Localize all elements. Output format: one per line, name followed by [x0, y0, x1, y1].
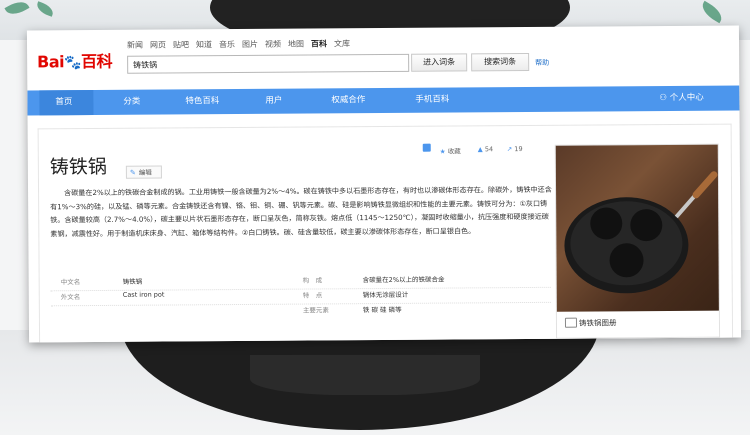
share-button[interactable]: ↗ 19 [507, 145, 523, 153]
image-album[interactable]: 铸铁锅图册 [554, 143, 721, 339]
baike-screenshot: Bai🐾百科 新闻 网页 贴吧 知道 音乐 图片 视频 地图 百科 文库 铸铁锅… [26, 25, 742, 343]
nav-item-music[interactable]: 音乐 [219, 39, 235, 50]
plus-icon[interactable] [422, 143, 431, 152]
enter-entry-button[interactable]: 进入词条 [411, 53, 468, 72]
baidu-logo[interactable]: Bai🐾百科 [37, 48, 112, 73]
infobox: 中文名 铸铁锅 构 成 含碳量在2%以上的铁碳合金 外文名 Cast iron … [50, 272, 551, 320]
main-nav-bar: 首页 分类 特色百科 用户 权威合作 手机百科 ⚇ 个人中心 [27, 85, 740, 116]
nav-item-tieba[interactable]: 贴吧 [173, 39, 189, 50]
edit-button[interactable]: ✎ 编辑 [125, 165, 162, 179]
like-button[interactable]: ▲ 54 [478, 145, 493, 153]
nav-item-wenku[interactable]: 文库 [334, 38, 350, 49]
album-caption[interactable]: 铸铁锅图册 [579, 317, 617, 328]
album-photo[interactable] [555, 144, 719, 312]
user-center-link[interactable]: ⚇ 个人中心 [659, 86, 704, 111]
nav-item-images[interactable]: 图片 [242, 39, 258, 50]
main-nav-mobile[interactable]: 手机百科 [415, 88, 449, 113]
entry-title: 铸铁锅 [49, 155, 107, 179]
nav-item-map[interactable]: 地图 [288, 39, 304, 50]
pan-photo-illustration [564, 171, 718, 294]
entry-summary: 含碳量在2%以上的铁碳合金制成的锅。工业用铸铁一般含碳量为2%～4%。碳在铸铁中… [50, 184, 552, 238]
search-input[interactable]: 铸铁锅 [127, 53, 410, 74]
share-icon: ↗ [506, 145, 513, 154]
album-icon [564, 317, 578, 328]
user-icon: ⚇ [659, 93, 670, 104]
nav-item-video[interactable]: 视频 [265, 39, 281, 50]
nav-item-news[interactable]: 新闻 [127, 40, 143, 51]
nav-item-zhidao[interactable]: 知道 [196, 39, 212, 50]
pan-handle [250, 355, 480, 395]
main-nav-home[interactable]: 首页 [55, 90, 72, 115]
favorite-button[interactable]: ★ 收藏 [440, 145, 461, 155]
star-icon: ★ [439, 147, 446, 156]
pencil-icon: ✎ [129, 168, 136, 177]
main-nav-category[interactable]: 分类 [123, 90, 140, 115]
main-nav-featured[interactable]: 特色百科 [185, 89, 219, 114]
top-nav: 新闻 网页 贴吧 知道 音乐 图片 视频 地图 百科 文库 [127, 38, 350, 51]
main-nav-users[interactable]: 用户 [265, 89, 282, 114]
paw-icon: 🐾 [64, 55, 82, 72]
nav-item-web[interactable]: 网页 [150, 40, 166, 51]
search-entry-button[interactable]: 搜索词条 [471, 52, 530, 72]
main-nav-authority[interactable]: 权威合作 [331, 88, 365, 113]
nav-item-baike[interactable]: 百科 [311, 38, 327, 49]
thumbs-up-icon: ▲ [477, 145, 483, 154]
help-link[interactable]: 帮助 [535, 58, 549, 68]
